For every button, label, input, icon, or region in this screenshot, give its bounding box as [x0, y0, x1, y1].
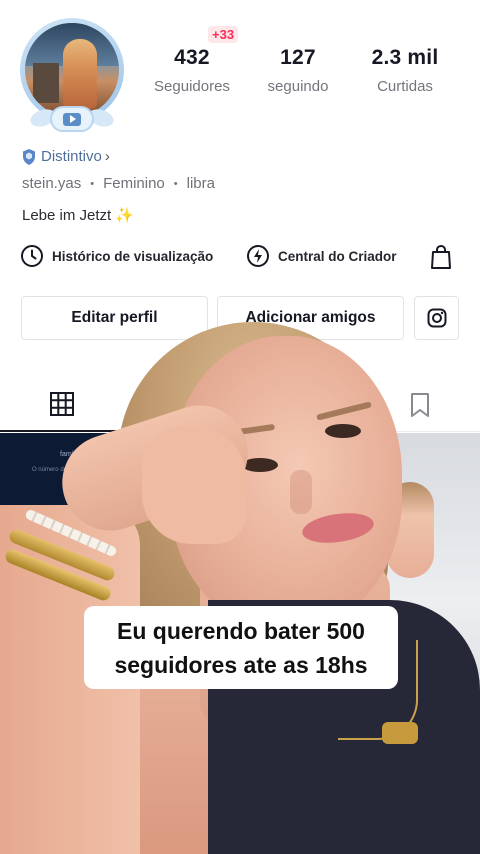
profile-stats: +33 432 Seguidores 127 seguindo 2.3 mil …	[140, 26, 470, 106]
meta-username: stein.yas	[22, 175, 82, 192]
stat-likes[interactable]: 2.3 mil Curtidas	[358, 46, 452, 95]
thumbnail-subtitle: O número de membros da família ... amigo…	[31, 467, 129, 479]
creator-center-link[interactable]: Central do Criador	[246, 244, 397, 268]
avatar-video-badge	[50, 106, 94, 132]
profile-meta: stein.yas • Feminino • libra	[22, 175, 215, 192]
creator-label: Central do Criador	[278, 248, 397, 264]
clock-icon	[21, 245, 43, 267]
overlay-caption: Eu querendo bater 500 seguidores ate as …	[84, 606, 398, 689]
following-label: seguindo	[267, 78, 329, 95]
meta-separator: •	[90, 177, 95, 190]
grid-icon	[50, 392, 74, 416]
history-link[interactable]: Histórico de visualização	[20, 244, 213, 268]
history-label: Histórico de visualização	[52, 248, 214, 264]
tab-saved[interactable]	[360, 378, 480, 432]
badge-link[interactable]: Distintivo ›	[22, 148, 110, 165]
profile-avatar[interactable]	[16, 18, 128, 134]
stat-following[interactable]: 127 seguindo	[254, 46, 342, 95]
shield-icon	[23, 148, 35, 165]
followers-label: Seguidores	[154, 78, 230, 95]
edit-profile-button[interactable]: Editar perfil	[21, 296, 208, 340]
profile-actions: Editar perfil Adicionar amigos	[21, 296, 461, 342]
content-tabs	[0, 378, 480, 432]
play-icon	[63, 112, 81, 126]
bookmark-icon	[411, 393, 429, 417]
meta-sign: libra	[186, 175, 215, 192]
instagram-icon	[427, 308, 446, 328]
instagram-button[interactable]	[414, 296, 459, 340]
stat-followers[interactable]: 432 Seguidores	[140, 46, 244, 95]
bio-text: Lebe im Jetzt	[22, 207, 112, 224]
lightning-badge-icon	[247, 245, 269, 267]
profile-bio: Lebe im Jetzt ✨	[22, 206, 134, 224]
badge-label: Distintivo	[41, 148, 102, 165]
likes-label: Curtidas	[377, 78, 433, 95]
profile-links: Histórico de visualização Central do Cri…	[20, 244, 460, 272]
shopping-bag-icon[interactable]	[430, 244, 452, 270]
meta-separator: •	[173, 177, 178, 190]
new-followers-badge: +33	[208, 26, 239, 43]
avatar-photo	[25, 23, 119, 117]
following-count: 127	[280, 46, 316, 69]
chevron-right-icon: ›	[104, 148, 110, 165]
likes-count: 2.3 mil	[371, 46, 439, 69]
thumbnail-title: família leme	[60, 451, 98, 458]
sparkles-icon: ✨	[115, 207, 135, 224]
add-friends-button[interactable]: Adicionar amigos	[217, 296, 404, 340]
meta-gender: Feminino	[103, 175, 165, 192]
followers-count: 432	[174, 46, 210, 69]
tab-videos[interactable]	[0, 378, 124, 432]
